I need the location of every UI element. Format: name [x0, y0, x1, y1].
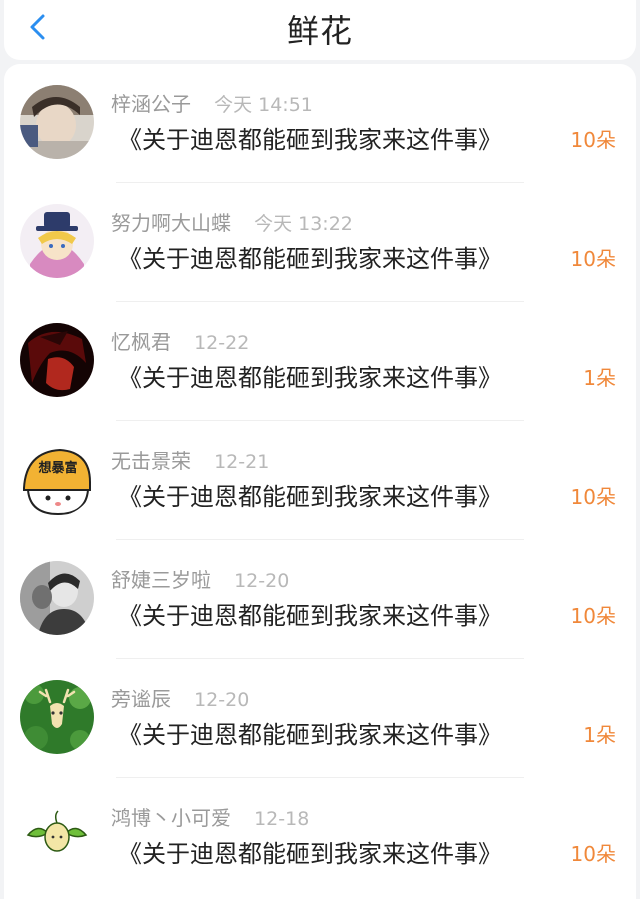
- timestamp: 12-21: [214, 451, 270, 473]
- user-name[interactable]: 旁谧辰: [111, 687, 171, 711]
- user-avatar[interactable]: [20, 85, 94, 159]
- flower-count: 1朵: [583, 366, 616, 390]
- user-name[interactable]: 努力啊大山蝶: [111, 211, 231, 235]
- timestamp: 今天 13:22: [254, 213, 353, 235]
- helmet-text: 想暴富: [38, 460, 77, 476]
- user-name[interactable]: 舒婕三岁啦: [111, 568, 211, 592]
- list-item: 努力啊大山蝶 今天 13:22 《关于迪恩都能砸到我家来这件事》 10朵: [4, 183, 636, 302]
- user-avatar[interactable]: 想暴富: [20, 442, 94, 516]
- user-avatar[interactable]: [20, 323, 94, 397]
- user-name[interactable]: 梓涵公子: [111, 92, 191, 116]
- sprout-avatar-icon: [20, 799, 94, 873]
- book-title[interactable]: 《关于迪恩都能砸到我家来这件事》: [118, 358, 502, 393]
- book-title[interactable]: 《关于迪恩都能砸到我家来这件事》: [118, 715, 502, 750]
- list-item: 梓涵公子 今天 14:51 《关于迪恩都能砸到我家来这件事》 10朵: [4, 64, 636, 183]
- bw-photo-avatar-icon: [20, 561, 94, 635]
- timestamp: 12-20: [194, 689, 250, 711]
- user-name[interactable]: 忆枫君: [111, 330, 171, 354]
- flower-count: 1朵: [583, 723, 616, 747]
- book-title[interactable]: 《关于迪恩都能砸到我家来这件事》: [118, 596, 502, 631]
- dark-red-avatar-icon: [20, 323, 94, 397]
- timestamp: 今天 14:51: [214, 94, 313, 116]
- flower-count: 10朵: [570, 247, 616, 271]
- book-title[interactable]: 《关于迪恩都能砸到我家来这件事》: [118, 239, 502, 274]
- timestamp: 12-22: [194, 332, 250, 354]
- user-avatar[interactable]: [20, 204, 94, 278]
- list-item: 舒婕三岁啦 12-20 《关于迪恩都能砸到我家来这件事》 10朵: [4, 540, 636, 659]
- user-avatar[interactable]: [20, 680, 94, 754]
- book-title[interactable]: 《关于迪恩都能砸到我家来这件事》: [118, 477, 502, 512]
- user-name[interactable]: 鸿博丶小可爱: [111, 806, 231, 830]
- user-avatar[interactable]: [20, 799, 94, 873]
- header-bar: 鲜花: [4, 0, 636, 60]
- timestamp: 12-18: [254, 808, 310, 830]
- cartoon-helmet-avatar-icon: 想暴富: [20, 442, 94, 516]
- book-title[interactable]: 《关于迪恩都能砸到我家来这件事》: [118, 120, 502, 155]
- flower-count: 10朵: [570, 485, 616, 509]
- flower-list: 梓涵公子 今天 14:51 《关于迪恩都能砸到我家来这件事》 10朵 努力啊大山…: [4, 64, 636, 899]
- timestamp: 12-20: [234, 570, 290, 592]
- user-name[interactable]: 无击景荣: [111, 449, 191, 473]
- flower-count: 10朵: [570, 604, 616, 628]
- book-title[interactable]: 《关于迪恩都能砸到我家来这件事》: [118, 834, 502, 869]
- flower-count: 10朵: [570, 128, 616, 152]
- flower-count: 10朵: [570, 842, 616, 866]
- list-item: 想暴富 无击景荣 12-21 《关于迪恩都能砸到我家来这件事》 10朵: [4, 421, 636, 540]
- list-item: 忆枫君 12-22 《关于迪恩都能砸到我家来这件事》 1朵: [4, 302, 636, 421]
- photo-avatar-icon: [20, 85, 94, 159]
- list-item: 鸿博丶小可爱 12-18 《关于迪恩都能砸到我家来这件事》 10朵: [4, 778, 636, 897]
- page-title: 鲜花: [286, 12, 353, 50]
- anime-hat-avatar-icon: [20, 204, 94, 278]
- deer-avatar-icon: [20, 680, 94, 754]
- list-item: 旁谧辰 12-20 《关于迪恩都能砸到我家来这件事》 1朵: [4, 659, 636, 778]
- user-avatar[interactable]: [20, 561, 94, 635]
